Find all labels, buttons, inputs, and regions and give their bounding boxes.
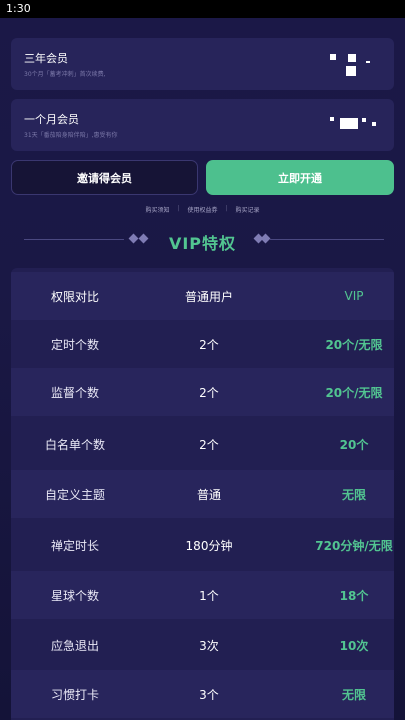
plan-card-one-month[interactable]: 一个月会员 31天「番茄陪身陪伴陪」,惠受有你 [11,99,394,151]
table-row: 自定义主题 普通 无限 [11,470,394,518]
invite-member-button[interactable]: 邀请得会员 [11,160,198,195]
footer-links: 购买须知 | 使用权益券 | 购买记录 [0,205,405,214]
purchase-notice-link[interactable]: 购买须知 [145,205,169,214]
feature-name: 星球个数 [50,588,99,603]
normal-value: 3个 [199,687,219,702]
table-header-cell: VIP [344,289,364,303]
feature-name: 白名单个数 [44,437,105,452]
vip-value: 20个/无限 [325,337,383,352]
plan-title: 三年会员 [24,52,68,65]
table-row: 星球个数 1个 18个 [11,571,394,619]
status-time: 1:30 [6,2,31,15]
normal-value: 1个 [199,588,219,603]
table-row: 定时个数 2个 20个/无限 [11,320,394,368]
table-row: 监督个数 2个 20个/无限 [11,368,394,416]
plan-price-redacted [330,49,380,76]
plan-description: 30个月「蓄考冲刺」首次续费, [24,71,106,78]
plan-description: 31天「番茄陪身陪伴陪」,惠受有你 [24,132,118,139]
feature-name: 定时个数 [50,337,99,352]
feature-name: 习惯打卡 [50,687,99,702]
normal-value: 2个 [199,385,219,400]
normal-value: 普通 [196,487,221,502]
feature-name: 自定义主题 [44,487,105,502]
table-row: 禅定时长 180分钟 720分钟/无限 [11,521,394,569]
vip-value: 无限 [341,687,366,702]
divider-line [270,239,384,240]
feature-name: 应急退出 [50,638,99,653]
table-row: 应急退出 3次 10次 [11,621,394,669]
status-bar: 1:30 [0,0,405,18]
normal-value: 3次 [199,638,219,653]
link-separator: | [225,205,228,212]
vip-section-title: VIP特权 [168,234,237,253]
table-header-row: 权限对比 普通用户 VIP [11,272,394,320]
plan-card-three-year[interactable]: 三年会员 30个月「蓄考冲刺」首次续费, [11,38,394,90]
vip-value: 10次 [339,638,369,653]
table-header-cell: 权限对比 [50,289,99,304]
table-row: 习惯打卡 3个 无限 [11,670,394,718]
normal-value: 2个 [199,337,219,352]
normal-value: 180分钟 [185,538,233,553]
feature-name: 禅定时长 [50,538,99,553]
vip-value: 无限 [341,487,366,502]
privilege-table: 权限对比 普通用户 VIP 定时个数 2个 20个/无限 监督个数 2个 20个… [11,268,394,720]
feature-name: 监督个数 [50,385,99,400]
vip-section-heading: VIP特权 [0,228,405,253]
link-separator: | [177,205,180,212]
purchase-history-link[interactable]: 购买记录 [236,205,260,214]
use-coupon-link[interactable]: 使用权益券 [187,205,217,214]
vip-value: 720分钟/无限 [315,538,393,553]
vip-value: 18个 [339,588,369,603]
table-header-cell: 普通用户 [184,289,233,304]
normal-value: 2个 [199,437,219,452]
table-row: 白名单个数 2个 20个 [11,420,394,468]
vip-value: 20个/无限 [325,385,383,400]
plan-title: 一个月会员 [24,113,79,126]
open-now-button[interactable]: 立即开通 [206,160,394,195]
plan-price-redacted [330,110,380,136]
vip-value: 20个 [339,437,369,452]
